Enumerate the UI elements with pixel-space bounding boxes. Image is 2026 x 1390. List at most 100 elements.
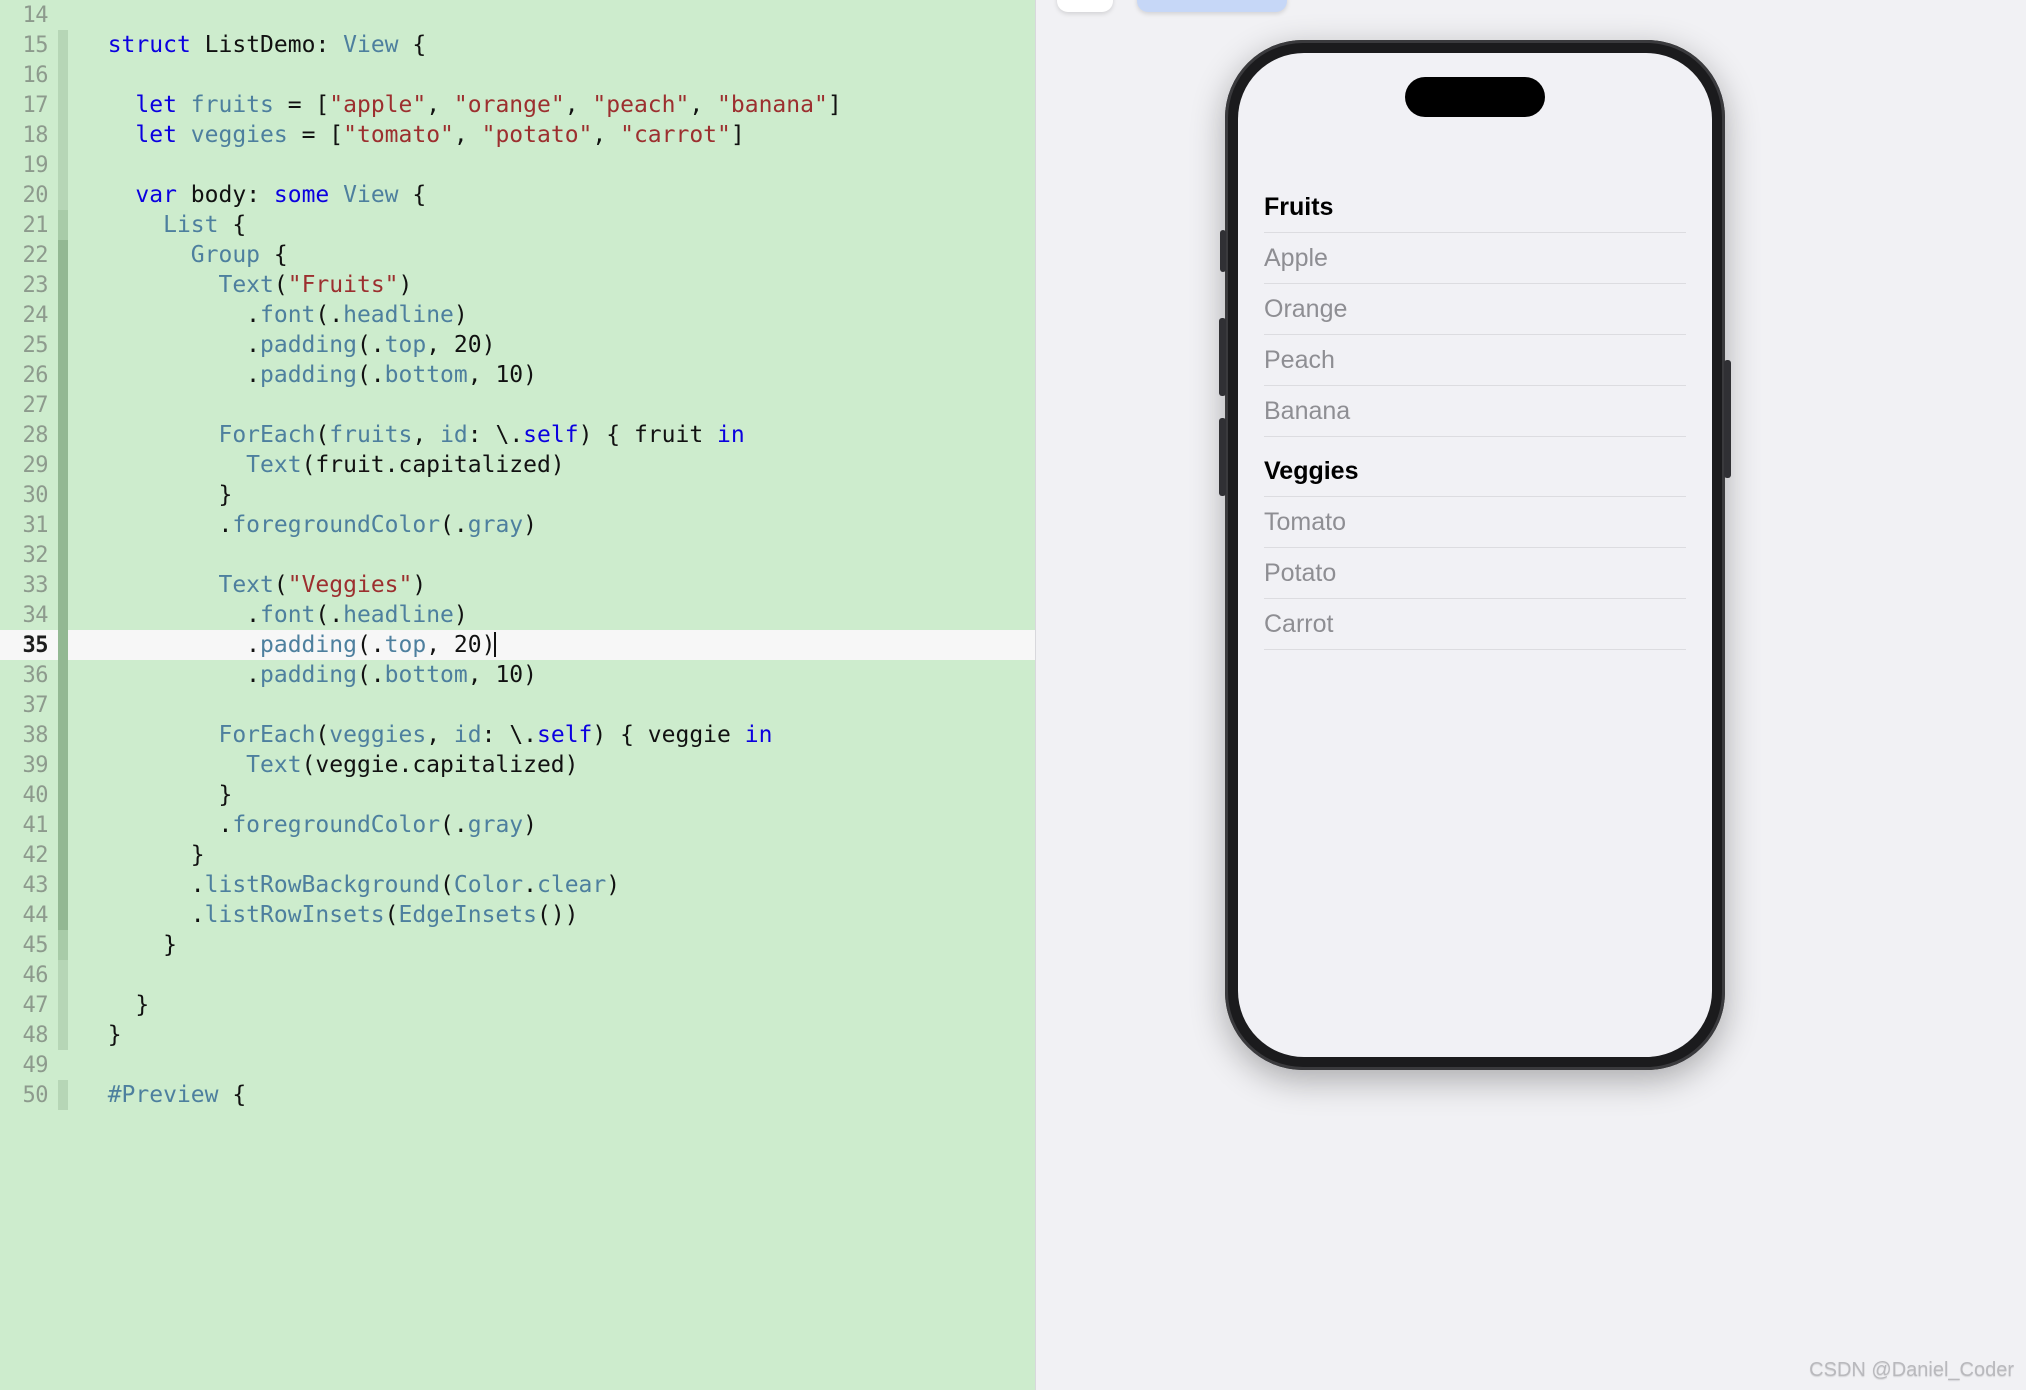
indent-guide	[56, 480, 70, 510]
line-number: 21	[22, 212, 49, 238]
code-text: .foregroundColor(.gray)	[80, 812, 537, 838]
watermark-text: CSDN @Daniel_Coder	[1809, 1359, 2014, 1381]
code-line[interactable]: 36 .padding(.bottom, 10)	[0, 660, 1035, 690]
code-line[interactable]: 42 }	[0, 840, 1035, 870]
code-line[interactable]: 17 let fruits = ["apple", "orange", "pea…	[0, 90, 1035, 120]
iphone-device-preview[interactable]: Fruits Apple Orange Peach Banana Veggies Tomat…	[1219, 40, 1731, 1070]
code-line[interactable]: 25 .padding(.top, 20)	[0, 330, 1035, 360]
code-line[interactable]: 32	[0, 540, 1035, 570]
code-line[interactable]: 19	[0, 150, 1035, 180]
code-line[interactable]: 20 var body: some View {	[0, 180, 1035, 210]
code-text: var body: some View {	[135, 182, 427, 208]
code-line[interactable]: 30 }	[0, 480, 1035, 510]
code-line[interactable]: 18 let veggies = ["tomato", "potato", "c…	[0, 120, 1035, 150]
code-line[interactable]: 44 .listRowInsets(EdgeInsets())	[0, 900, 1035, 930]
line-number: 39	[22, 752, 49, 778]
code-line[interactable]: 41 .foregroundColor(.gray)	[0, 810, 1035, 840]
line-number: 26	[22, 362, 49, 388]
code-line[interactable]: 49	[0, 1050, 1035, 1080]
silent-switch-button[interactable]	[1220, 230, 1226, 272]
indent-guide	[56, 870, 70, 900]
code-editor-pane[interactable]: 14 15 struct ListDemo: View {16 17 let fru…	[0, 0, 1035, 1390]
code-line[interactable]: 34 .font(.headline)	[0, 600, 1035, 630]
code-text: .padding(.top, 20)	[80, 632, 497, 658]
code-text: .font(.headline)	[80, 302, 468, 328]
list-item[interactable]: Banana	[1264, 386, 1686, 437]
code-line[interactable]: 37	[0, 690, 1035, 720]
code-text: let veggies = ["tomato", "potato", "carr…	[135, 122, 745, 148]
line-number: 25	[22, 332, 49, 358]
list-item[interactable]: Peach	[1264, 335, 1686, 386]
code-text: .padding(.bottom, 10)	[80, 662, 537, 688]
code-text: Group {	[190, 242, 288, 268]
line-number: 35	[22, 632, 49, 658]
list-item[interactable]: Orange	[1264, 284, 1686, 335]
code-text: .padding(.bottom, 10)	[80, 362, 537, 388]
list-item[interactable]: Carrot	[1264, 599, 1686, 650]
code-line[interactable]: 45 }	[0, 930, 1035, 960]
code-line[interactable]: 26 .padding(.bottom, 10)	[0, 360, 1035, 390]
canvas-toggle-button[interactable]	[1057, 0, 1113, 12]
code-line[interactable]: 21 List {	[0, 210, 1035, 240]
indent-guide	[56, 750, 70, 780]
code-line[interactable]: 22 Group {	[0, 240, 1035, 270]
indent-guide	[56, 120, 70, 150]
indent-guide	[56, 780, 70, 810]
code-line[interactable]: 16	[0, 60, 1035, 90]
code-line[interactable]: 50 #Preview {	[0, 1080, 1035, 1110]
code-line[interactable]: 23 Text("Fruits")	[0, 270, 1035, 300]
preview-toolbar[interactable]	[1057, 0, 1287, 12]
line-number: 37	[22, 692, 49, 718]
indent-guide	[56, 90, 70, 120]
list-item[interactable]: Apple	[1264, 233, 1686, 284]
indent-guide	[56, 600, 70, 630]
line-number: 49	[22, 1052, 49, 1078]
preview-mode-button[interactable]	[1137, 0, 1287, 12]
code-text: }	[80, 782, 233, 808]
volume-down-button[interactable]	[1219, 418, 1226, 496]
indent-guide	[56, 240, 70, 270]
line-number: 30	[22, 482, 49, 508]
line-number: 24	[22, 302, 49, 328]
indent-guide	[56, 1050, 70, 1080]
line-number: 48	[22, 1022, 49, 1048]
code-text: .foregroundColor(.gray)	[80, 512, 537, 538]
code-line[interactable]: 39 Text(veggie.capitalized)	[0, 750, 1035, 780]
indent-guide	[56, 690, 70, 720]
dynamic-island-icon	[1405, 77, 1545, 117]
indent-guide	[56, 570, 70, 600]
power-button[interactable]	[1724, 360, 1731, 478]
code-line[interactable]: 48 }	[0, 1020, 1035, 1050]
indent-guide	[56, 720, 70, 750]
indent-guide	[56, 0, 70, 30]
code-line[interactable]: 14	[0, 0, 1035, 30]
code-line[interactable]: 28 ForEach(fruits, id: \.self) { fruit i…	[0, 420, 1035, 450]
indent-guide	[56, 540, 70, 570]
code-line[interactable]: 31 .foregroundColor(.gray)	[0, 510, 1035, 540]
code-line[interactable]: 46	[0, 960, 1035, 990]
indent-guide	[56, 300, 70, 330]
code-line[interactable]: 40 }	[0, 780, 1035, 810]
code-line-active[interactable]: 35 .padding(.top, 20)	[0, 630, 1035, 660]
code-line[interactable]: 47 }	[0, 990, 1035, 1020]
code-text: }	[80, 842, 205, 868]
list-item[interactable]: Potato	[1264, 548, 1686, 599]
line-number: 42	[22, 842, 49, 868]
code-surface[interactable]: 14 15 struct ListDemo: View {16 17 let fru…	[0, 0, 1035, 1390]
indent-guide	[56, 510, 70, 540]
list-item[interactable]: Tomato	[1264, 497, 1686, 548]
code-line[interactable]: 24 .font(.headline)	[0, 300, 1035, 330]
code-line[interactable]: 29 Text(fruit.capitalized)	[0, 450, 1035, 480]
code-line[interactable]: 33 Text("Veggies")	[0, 570, 1035, 600]
code-line[interactable]: 27	[0, 390, 1035, 420]
indent-guide	[56, 840, 70, 870]
swiftui-list[interactable]: Fruits Apple Orange Peach Banana Veggies Tomat…	[1238, 173, 1712, 650]
code-line[interactable]: 38 ForEach(veggies, id: \.self) { veggie…	[0, 720, 1035, 750]
volume-up-button[interactable]	[1219, 318, 1226, 396]
pane-divider[interactable]	[1035, 0, 1036, 1390]
device-screen[interactable]: Fruits Apple Orange Peach Banana Veggies Tomat…	[1238, 53, 1712, 1057]
code-line[interactable]: 43 .listRowBackground(Color.clear)	[0, 870, 1035, 900]
code-lines-container[interactable]: 14 15 struct ListDemo: View {16 17 let fru…	[0, 0, 1035, 1110]
code-line[interactable]: 15 struct ListDemo: View {	[0, 30, 1035, 60]
indent-guide	[56, 660, 70, 690]
